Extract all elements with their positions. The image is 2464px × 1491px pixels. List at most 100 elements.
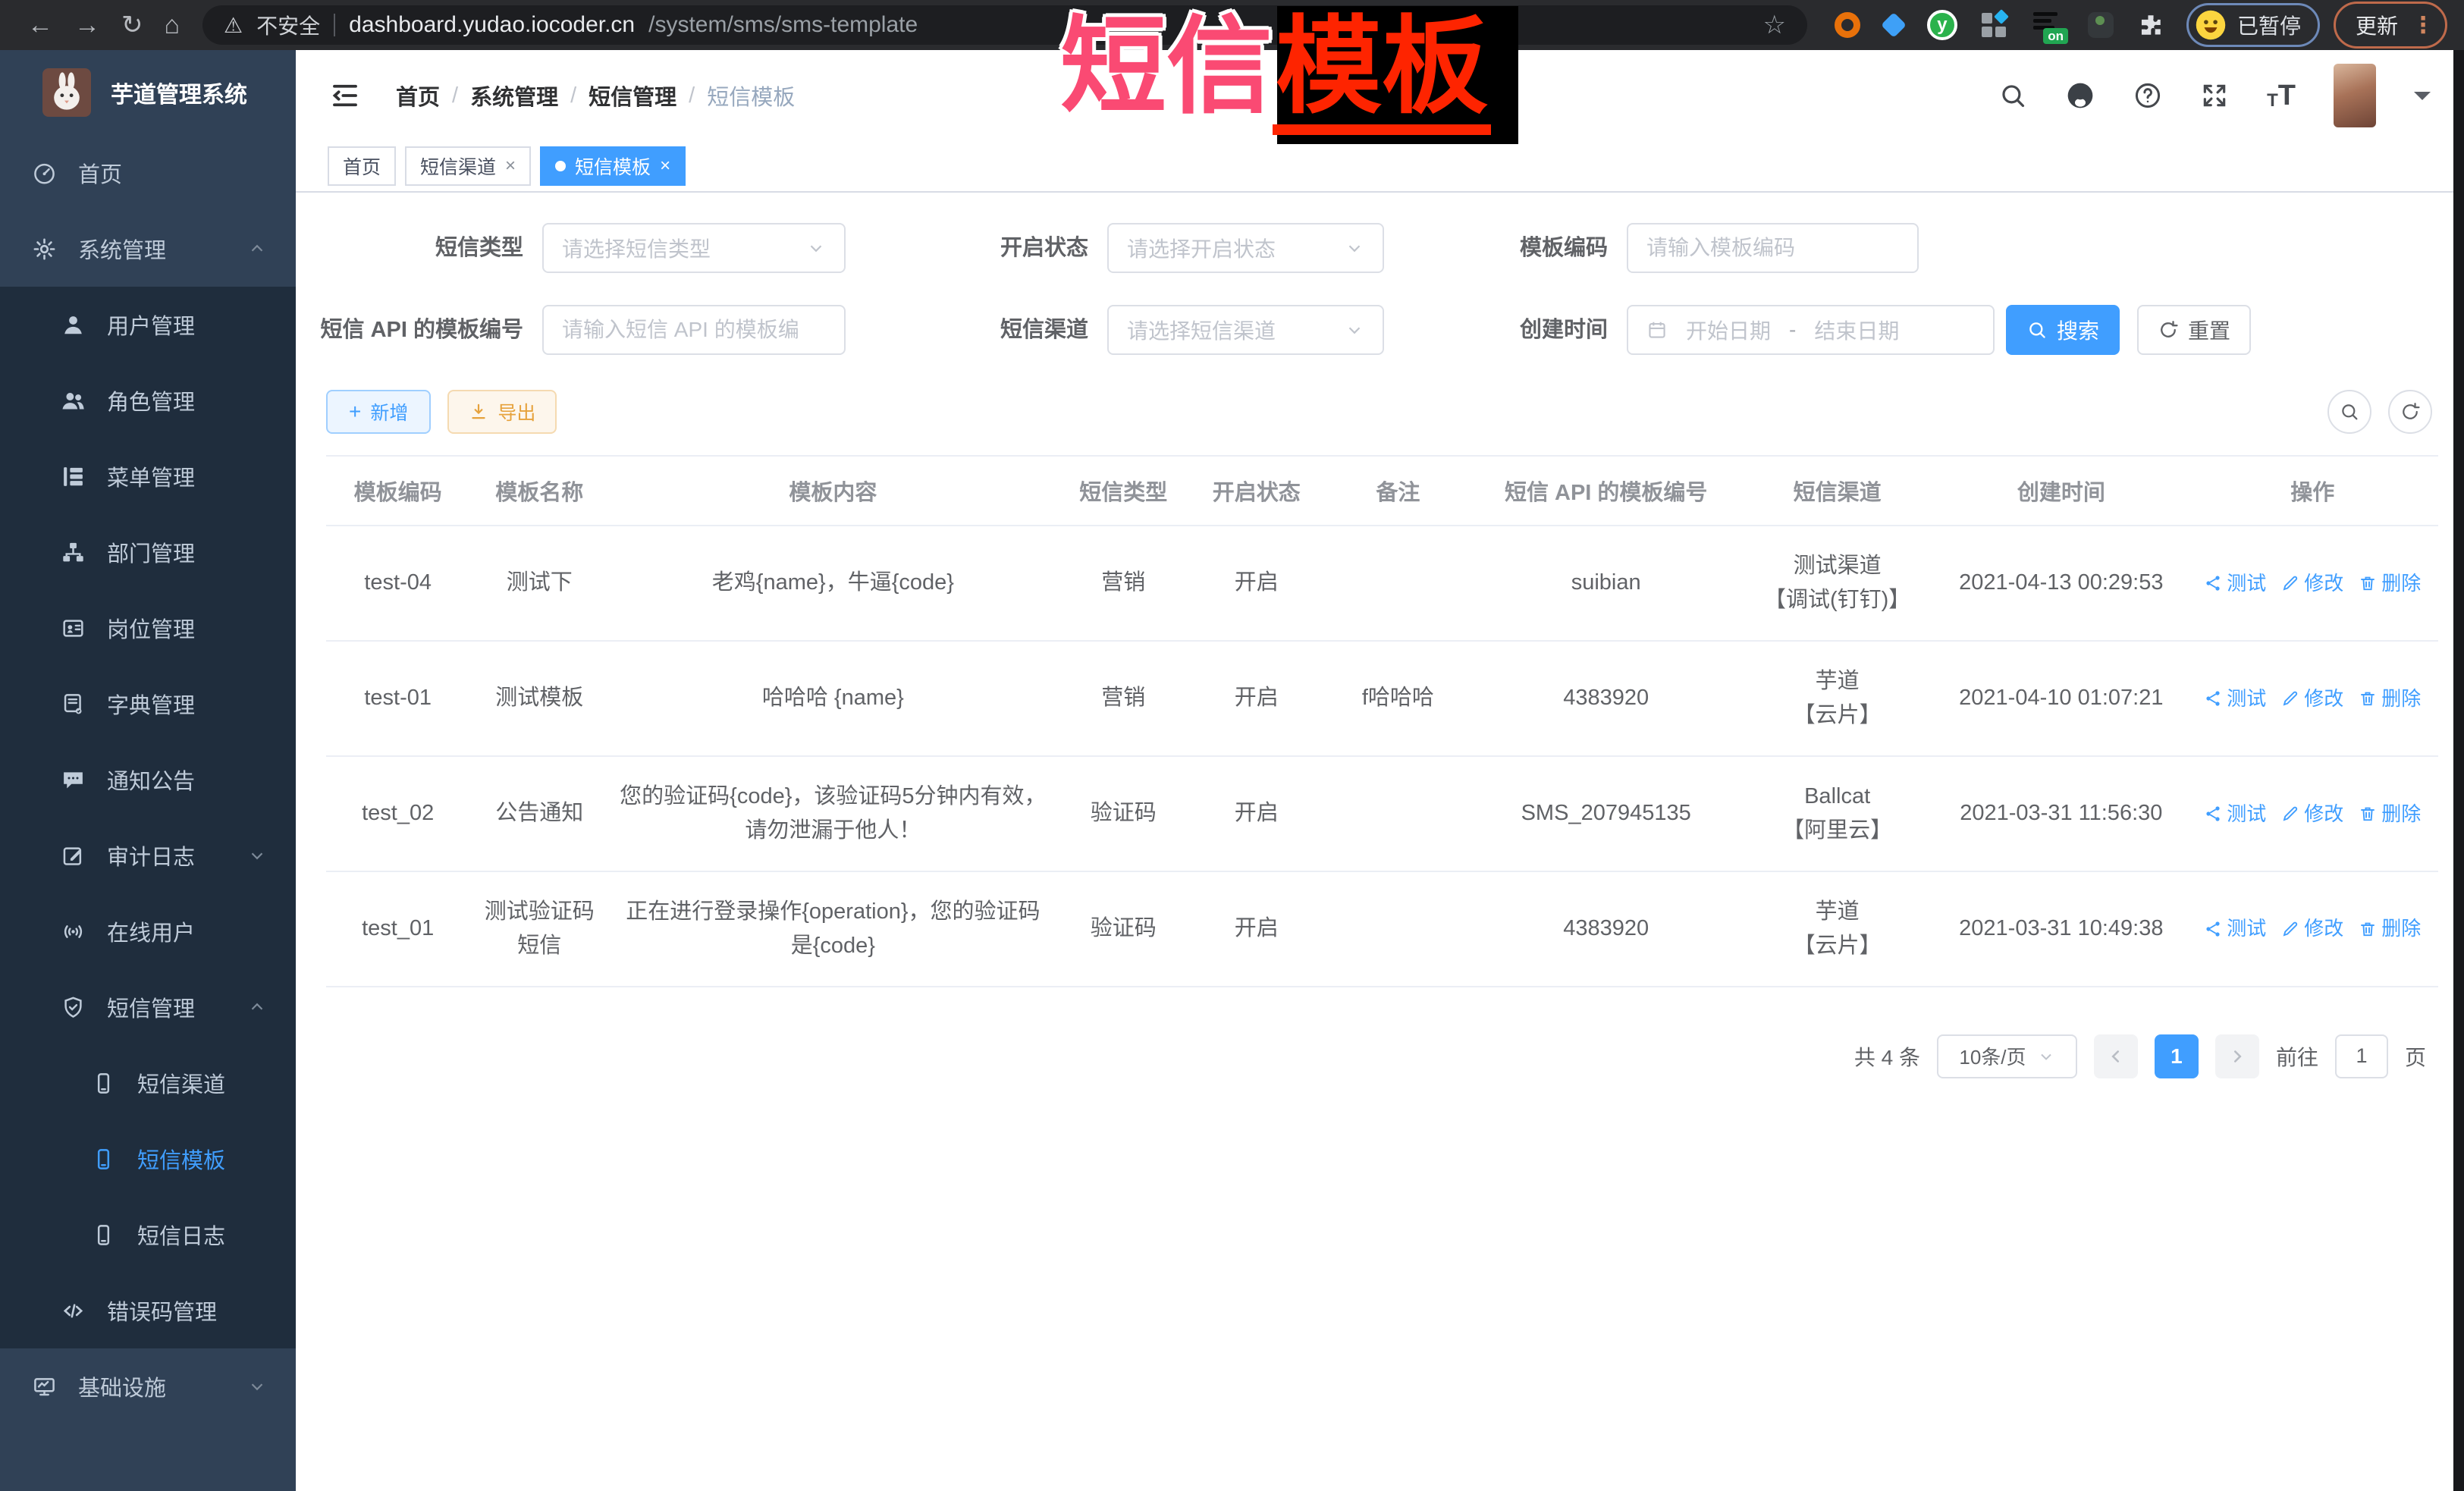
col-header: 创建时间 (1935, 456, 2186, 526)
font-size-icon[interactable]: TT (2267, 81, 2296, 110)
sidebar-item-notices[interactable]: 通知公告 (0, 742, 296, 818)
github-icon[interactable] (2065, 80, 2095, 111)
ext-orange-ring-icon[interactable] (1835, 12, 1860, 38)
tab-sms-template[interactable]: 短信模板× (540, 146, 686, 186)
test-link[interactable]: 测试 (2204, 799, 2266, 829)
browser-reload-icon[interactable]: ↻ (121, 12, 143, 38)
breadcrumb-home[interactable]: 首页 (396, 80, 440, 111)
breadcrumb: 首页 / 系统管理 / 短信管理 / 短信模板 (396, 80, 795, 111)
delete-label: 删除 (2381, 568, 2421, 598)
delete-link[interactable]: 删除 (2359, 913, 2421, 943)
sidebar-item-menus[interactable]: 菜单管理 (0, 438, 296, 514)
user-avatar[interactable] (2334, 64, 2376, 127)
extensions-puzzle-icon[interactable] (2138, 12, 2164, 38)
refresh-table-button[interactable] (2388, 390, 2432, 434)
edit-link[interactable]: 修改 (2281, 799, 2343, 829)
sidebar-item-sms[interactable]: 短信管理 (0, 969, 296, 1045)
sidebar-item-label: 角色管理 (107, 385, 195, 416)
ext-tampermonkey-icon[interactable]: on (2033, 11, 2064, 39)
create-time-range-picker[interactable]: 开始日期 - 结束日期 (1627, 305, 1995, 355)
sidebar-collapse-icon[interactable] (329, 80, 361, 111)
browser-profile-chip[interactable]: 已暂停 (2186, 3, 2320, 47)
dashboard-icon (32, 161, 57, 186)
browser-menu-icon[interactable]: ⋮ (2412, 12, 2434, 39)
window-scrollbar[interactable] (2453, 50, 2464, 1491)
prev-page-button[interactable] (2094, 1034, 2138, 1078)
ext-dark-icon[interactable] (2088, 12, 2114, 38)
not-secure-label: 不安全 (256, 10, 320, 40)
address-bar[interactable]: ⚠ 不安全 dashboard.yudao.iocoder.cn /system… (202, 5, 1807, 45)
edit-link[interactable]: 修改 (2281, 568, 2343, 598)
avatar-caret-icon[interactable] (2414, 92, 2431, 108)
test-link[interactable]: 测试 (2204, 913, 2266, 943)
breadcrumb-system[interactable]: 系统管理 (470, 80, 558, 111)
goto-page-input[interactable] (2335, 1034, 2388, 1078)
sidebar-item-audit-log[interactable]: 审计日志 (0, 818, 296, 893)
template-code-input[interactable] (1627, 223, 1919, 273)
delete-link[interactable]: 删除 (2359, 799, 2421, 829)
breadcrumb-sms[interactable]: 短信管理 (589, 80, 676, 111)
sidebar-item-sms-log[interactable]: 短信日志 (0, 1197, 296, 1273)
select-placeholder: 请选择短信类型 (562, 233, 711, 263)
reset-button[interactable]: 重置 (2137, 305, 2251, 355)
sidebar-item-label: 用户管理 (107, 309, 195, 341)
test-link[interactable]: 测试 (2204, 568, 2266, 598)
edit-link[interactable]: 修改 (2281, 913, 2343, 943)
export-button[interactable]: 导出 (447, 390, 557, 434)
edit-link[interactable]: 修改 (2281, 683, 2343, 714)
page-size-select[interactable]: 10条/页 (1937, 1034, 2077, 1078)
delete-label: 删除 (2381, 683, 2421, 714)
trash-icon (2359, 805, 2377, 823)
annotation-boxed-text: 模板 (1273, 14, 1491, 135)
sidebar-item-roles[interactable]: 角色管理 (0, 363, 296, 438)
browser-back-icon[interactable]: ← (27, 12, 53, 38)
tab-sms-channel[interactable]: 短信渠道× (405, 146, 531, 186)
not-secure-warning-icon[interactable]: ⚠ (224, 13, 243, 38)
test-link[interactable]: 测试 (2204, 683, 2266, 714)
fullscreen-icon[interactable] (2200, 81, 2229, 110)
app-logo-row[interactable]: 芋道管理系统 (0, 50, 296, 135)
cell-name: 测试下 (469, 526, 609, 641)
add-button[interactable]: + 新增 (326, 390, 431, 434)
delete-link[interactable]: 删除 (2359, 683, 2421, 714)
close-icon[interactable]: × (660, 157, 670, 175)
cell-type: 验证码 (1057, 871, 1190, 987)
sidebar-item-posts[interactable]: 岗位管理 (0, 590, 296, 666)
toggle-search-button[interactable] (2327, 390, 2371, 434)
cell-content: 哈哈哈 {name} (609, 641, 1056, 756)
test-label: 测试 (2227, 913, 2266, 943)
delete-link[interactable]: 删除 (2359, 568, 2421, 598)
close-icon[interactable]: × (505, 157, 516, 175)
browser-update-button[interactable]: 更新 ⋮ (2334, 2, 2447, 49)
sidebar-item-label: 在线用户 (107, 915, 195, 947)
ext-green-y-icon[interactable]: y (1927, 10, 1957, 40)
next-page-button[interactable] (2215, 1034, 2259, 1078)
page-number-current[interactable]: 1 (2155, 1034, 2199, 1078)
sidebar-item-home[interactable]: 首页 (0, 135, 296, 211)
sidebar-item-online-users[interactable]: 在线用户 (0, 893, 296, 969)
help-question-icon[interactable] (2133, 81, 2162, 110)
cell-code: test-04 (326, 526, 469, 641)
channel-code: 【云片】 (1750, 698, 1925, 733)
sidebar-item-sms-template[interactable]: 短信模板 (0, 1121, 296, 1197)
sidebar-item-infrastructure[interactable]: 基础设施 (0, 1348, 296, 1424)
edit-label: 修改 (2304, 683, 2343, 714)
header-search-icon[interactable] (1998, 81, 2027, 110)
search-button[interactable]: 搜索 (2006, 305, 2120, 355)
ext-blue-gem-icon[interactable] (1881, 12, 1907, 38)
browser-forward-icon[interactable]: → (74, 12, 100, 38)
col-header: 开启状态 (1190, 456, 1323, 526)
channel-label: 短信渠道 (770, 305, 1088, 355)
sidebar-item-dictionary[interactable]: 字典管理 (0, 666, 296, 742)
sidebar-item-departments[interactable]: 部门管理 (0, 514, 296, 590)
tab-home[interactable]: 首页 (328, 146, 396, 186)
bookmark-star-icon[interactable]: ☆ (1762, 10, 1785, 40)
sidebar-item-error-codes[interactable]: 错误码管理 (0, 1273, 296, 1348)
sidebar-item-sms-channel[interactable]: 短信渠道 (0, 1045, 296, 1121)
cell-created: 2021-04-13 00:29:53 (1935, 526, 2186, 641)
breadcrumb-separator: / (689, 83, 695, 108)
sidebar-item-label: 短信渠道 (137, 1067, 225, 1099)
share-icon (2204, 805, 2222, 823)
ext-grid-icon[interactable] (1982, 11, 2009, 39)
browser-home-icon[interactable]: ⌂ (165, 12, 180, 38)
